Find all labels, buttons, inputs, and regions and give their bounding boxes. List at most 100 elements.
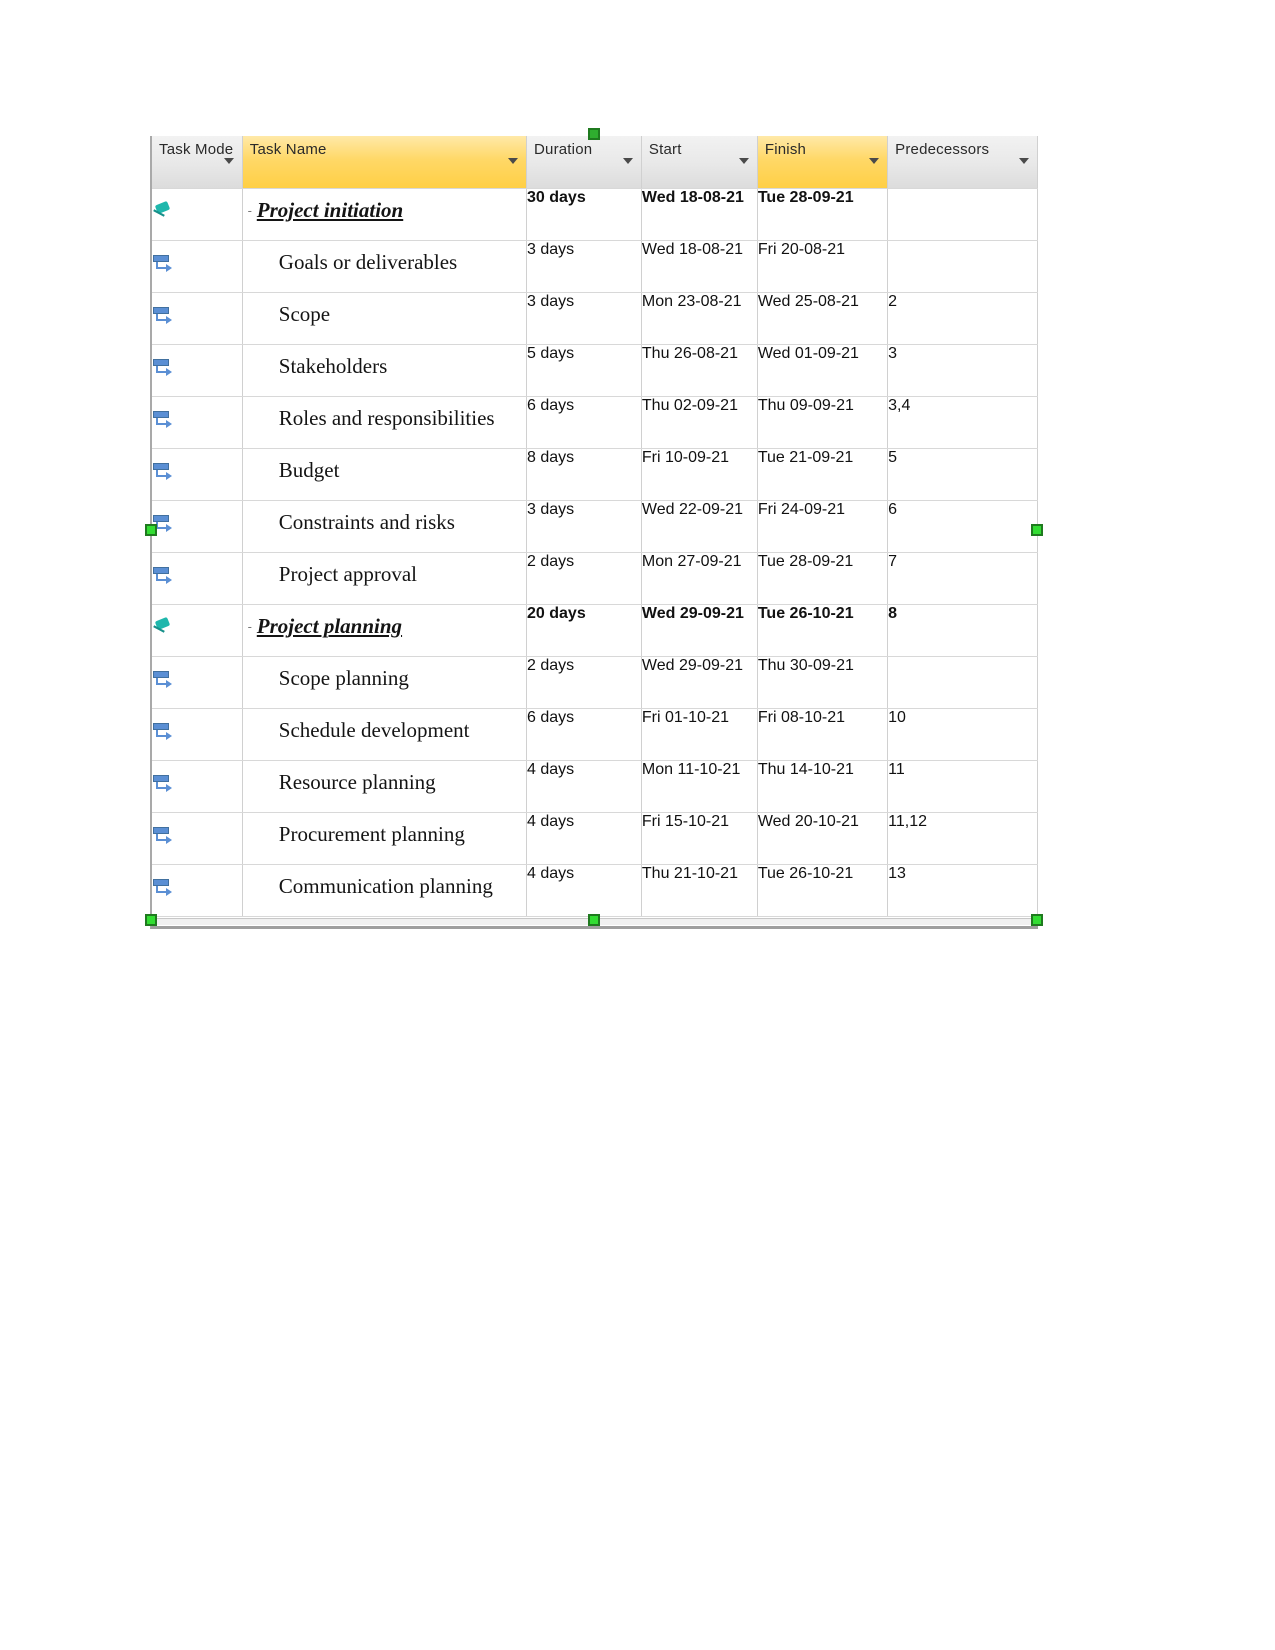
cell-start[interactable]: Wed 18-08-21: [641, 188, 758, 241]
chevron-down-icon[interactable]: [508, 158, 518, 164]
cell-task-name[interactable]: Scope: [242, 292, 528, 345]
outline-toggle-icon[interactable]: [243, 718, 257, 724]
selection-handle-bottom-left[interactable]: [145, 914, 157, 926]
cell-duration[interactable]: 5 days: [526, 344, 642, 397]
cell-predecessors[interactable]: 3,4: [887, 396, 1038, 449]
column-header-start[interactable]: Start: [641, 136, 758, 189]
cell-task-name[interactable]: Budget: [242, 448, 528, 501]
table-row[interactable]: Communication planning 4 days Thu 21-10-21…: [152, 864, 1038, 917]
cell-start[interactable]: Fri 01-10-21: [641, 708, 758, 761]
table-row[interactable]: - Project planning 20 days Wed 29-09-21 Tue …: [152, 604, 1038, 657]
cell-task-name[interactable]: Schedule development: [242, 708, 528, 761]
cell-predecessors[interactable]: 3: [887, 344, 1038, 397]
cell-finish[interactable]: Tue 28-09-21: [757, 552, 889, 605]
cell-duration[interactable]: 3 days: [526, 500, 642, 553]
cell-duration[interactable]: 6 days: [526, 396, 642, 449]
cell-task-name[interactable]: Communication planning: [242, 864, 528, 917]
auto-schedule-icon[interactable]: [152, 306, 176, 328]
cell-start[interactable]: Thu 26-08-21: [641, 344, 758, 397]
auto-schedule-icon[interactable]: [152, 722, 176, 744]
cell-start[interactable]: Mon 11-10-21: [641, 760, 758, 813]
cell-start[interactable]: Mon 23-08-21: [641, 292, 758, 345]
column-header-predecessors[interactable]: Predecessors: [887, 136, 1038, 189]
column-header-task-name[interactable]: Task Name: [242, 136, 528, 189]
cell-task-mode[interactable]: [152, 500, 243, 553]
chevron-down-icon[interactable]: [738, 158, 749, 164]
auto-schedule-icon[interactable]: [152, 826, 176, 848]
pin-icon[interactable]: [152, 617, 174, 639]
auto-schedule-icon[interactable]: [152, 774, 176, 796]
table-row[interactable]: Procurement planning 4 days Fri 15-10-21 We…: [152, 812, 1038, 865]
cell-task-mode[interactable]: [152, 864, 243, 917]
cell-predecessors[interactable]: 2: [887, 292, 1038, 345]
auto-schedule-icon[interactable]: [152, 566, 176, 588]
column-header-task-mode[interactable]: Task Mode: [152, 136, 243, 189]
cell-start[interactable]: Thu 02-09-21: [641, 396, 758, 449]
table-row[interactable]: Project approval 2 days Mon 27-09-21 Tue 28…: [152, 552, 1038, 605]
cell-task-name[interactable]: Roles and responsibilities: [242, 396, 528, 449]
selection-handle-bottom-right[interactable]: [1031, 914, 1043, 926]
cell-task-mode[interactable]: [152, 708, 243, 761]
cell-start[interactable]: Wed 29-09-21: [641, 656, 758, 709]
cell-duration[interactable]: 3 days: [526, 240, 642, 293]
cell-predecessors[interactable]: 13: [887, 864, 1038, 917]
cell-task-name[interactable]: - Project planning: [242, 604, 528, 657]
outline-toggle-icon[interactable]: [243, 874, 257, 880]
cell-finish[interactable]: Wed 01-09-21: [757, 344, 889, 397]
auto-schedule-icon[interactable]: [152, 358, 176, 380]
column-header-duration[interactable]: Duration: [526, 136, 642, 189]
cell-predecessors[interactable]: 6: [887, 500, 1038, 553]
cell-task-name[interactable]: Goals or deliverables: [242, 240, 528, 293]
table-row[interactable]: Scope 3 days Mon 23-08-21 Wed 25-08-21 2: [152, 292, 1038, 345]
pin-icon[interactable]: [152, 201, 174, 223]
table-row[interactable]: Budget 8 days Fri 10-09-21 Tue 21-09-21 5: [152, 448, 1038, 501]
chevron-down-icon[interactable]: [223, 158, 234, 164]
outline-toggle-icon[interactable]: [243, 302, 257, 308]
table-row[interactable]: Resource planning 4 days Mon 11-10-21 Thu 1…: [152, 760, 1038, 813]
outline-toggle-icon[interactable]: -: [243, 614, 257, 633]
table-row[interactable]: Schedule development 6 days Fri 01-10-21 Fr…: [152, 708, 1038, 761]
cell-start[interactable]: Fri 15-10-21: [641, 812, 758, 865]
cell-task-mode[interactable]: [152, 812, 243, 865]
cell-task-mode[interactable]: [152, 188, 243, 241]
cell-finish[interactable]: Thu 09-09-21: [757, 396, 889, 449]
chevron-down-icon[interactable]: [869, 158, 880, 164]
outline-toggle-icon[interactable]: [243, 406, 257, 412]
cell-start[interactable]: Thu 21-10-21: [641, 864, 758, 917]
cell-predecessors[interactable]: 10: [887, 708, 1038, 761]
cell-task-name[interactable]: Scope planning: [242, 656, 528, 709]
cell-task-mode[interactable]: [152, 292, 243, 345]
cell-duration[interactable]: 30 days: [526, 188, 642, 241]
cell-finish[interactable]: Fri 08-10-21: [757, 708, 889, 761]
chevron-down-icon[interactable]: [622, 158, 633, 164]
cell-finish[interactable]: Tue 26-10-21: [757, 864, 889, 917]
cell-start[interactable]: Wed 29-09-21: [641, 604, 758, 657]
outline-toggle-icon[interactable]: [243, 458, 257, 464]
cell-task-mode[interactable]: [152, 396, 243, 449]
auto-schedule-icon[interactable]: [152, 878, 176, 900]
cell-duration[interactable]: 3 days: [526, 292, 642, 345]
cell-finish[interactable]: Wed 25-08-21: [757, 292, 889, 345]
table-row[interactable]: Goals or deliverables 3 days Wed 18-08-21 F…: [152, 240, 1038, 293]
cell-finish[interactable]: Fri 24-09-21: [757, 500, 889, 553]
cell-duration[interactable]: 2 days: [526, 552, 642, 605]
cell-duration[interactable]: 6 days: [526, 708, 642, 761]
table-row[interactable]: Scope planning 2 days Wed 29-09-21 Thu 30-0…: [152, 656, 1038, 709]
table-row[interactable]: - Project initiation 30 days Wed 18-08-21 Tu…: [152, 188, 1038, 241]
cell-finish[interactable]: Tue 26-10-21: [757, 604, 889, 657]
cell-duration[interactable]: 20 days: [526, 604, 642, 657]
cell-finish[interactable]: Thu 30-09-21: [757, 656, 889, 709]
auto-schedule-icon[interactable]: [152, 254, 176, 276]
cell-task-name[interactable]: - Project initiation: [242, 188, 528, 241]
embedded-project-table-object[interactable]: Task Mode Task Name Duration Start Finis…: [145, 128, 1043, 929]
cell-predecessors[interactable]: [887, 656, 1038, 709]
cell-task-name[interactable]: Stakeholders: [242, 344, 528, 397]
cell-task-mode[interactable]: [152, 552, 243, 605]
cell-finish[interactable]: Wed 20-10-21: [757, 812, 889, 865]
auto-schedule-icon[interactable]: [152, 462, 176, 484]
cell-start[interactable]: Wed 18-08-21: [641, 240, 758, 293]
auto-schedule-icon[interactable]: [152, 670, 176, 692]
cell-finish[interactable]: Tue 28-09-21: [757, 188, 889, 241]
cell-finish[interactable]: Thu 14-10-21: [757, 760, 889, 813]
cell-task-mode[interactable]: [152, 344, 243, 397]
